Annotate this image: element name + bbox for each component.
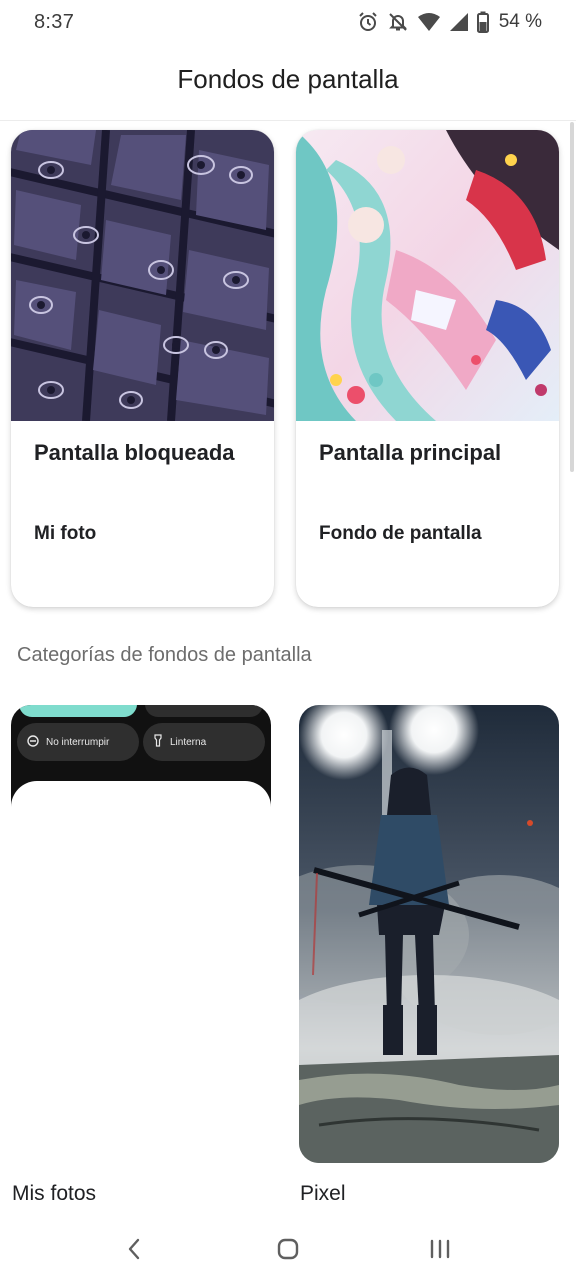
status-icons: 54 % bbox=[357, 10, 542, 34]
back-icon[interactable] bbox=[116, 1231, 152, 1267]
home-screen-wallpaper-card[interactable]: Pantalla principal Fondo de pantalla bbox=[296, 130, 559, 607]
recents-icon[interactable] bbox=[422, 1231, 458, 1267]
flashlight-icon bbox=[153, 734, 163, 750]
do-not-disturb-chip: No interrumpir bbox=[17, 723, 139, 761]
notifications-off-icon bbox=[387, 11, 409, 33]
flashlight-label: Linterna bbox=[170, 736, 207, 748]
home-icon[interactable] bbox=[270, 1231, 306, 1267]
category-label-my-photos: Mis fotos bbox=[12, 1182, 97, 1205]
lock-screen-wallpaper-card[interactable]: Pantalla bloqueada Mi foto bbox=[11, 130, 274, 607]
signal-icon bbox=[449, 12, 469, 32]
pixel-wallpaper-preview bbox=[299, 705, 559, 1163]
my-photos-blank-area bbox=[11, 781, 271, 1163]
categories-heading: Categorías de fondos de pantalla bbox=[17, 644, 312, 666]
status-bar: 8:37 54 % bbox=[0, 0, 576, 44]
page-title: Fondos de pantalla bbox=[177, 64, 399, 94]
navigation-bar bbox=[0, 1215, 576, 1280]
do-not-disturb-label: No interrumpir bbox=[46, 736, 110, 748]
flashlight-chip: Linterna bbox=[143, 723, 265, 761]
home-screen-subtitle: Fondo de pantalla bbox=[319, 523, 482, 544]
battery-percent: 54 % bbox=[498, 11, 542, 32]
do-not-disturb-icon bbox=[27, 734, 39, 750]
scrollbar[interactable] bbox=[570, 122, 574, 472]
quick-settings-pill-active bbox=[19, 705, 137, 717]
lock-screen-subtitle: Mi foto bbox=[34, 523, 97, 544]
lock-screen-preview bbox=[11, 130, 274, 421]
battery-icon bbox=[476, 11, 489, 33]
quick-settings-pill bbox=[145, 705, 263, 717]
title-divider bbox=[0, 120, 576, 121]
category-tile-pixel[interactable] bbox=[299, 705, 559, 1163]
wifi-icon bbox=[417, 12, 441, 32]
status-time: 8:37 bbox=[34, 11, 75, 33]
category-tile-my-photos[interactable]: No interrumpir Linterna bbox=[11, 705, 271, 1163]
lock-screen-title: Pantalla bloqueada bbox=[34, 440, 235, 465]
alarm-icon bbox=[357, 11, 379, 33]
category-label-pixel: Pixel bbox=[300, 1182, 346, 1205]
home-screen-preview bbox=[296, 130, 559, 421]
home-screen-title: Pantalla principal bbox=[319, 440, 502, 465]
